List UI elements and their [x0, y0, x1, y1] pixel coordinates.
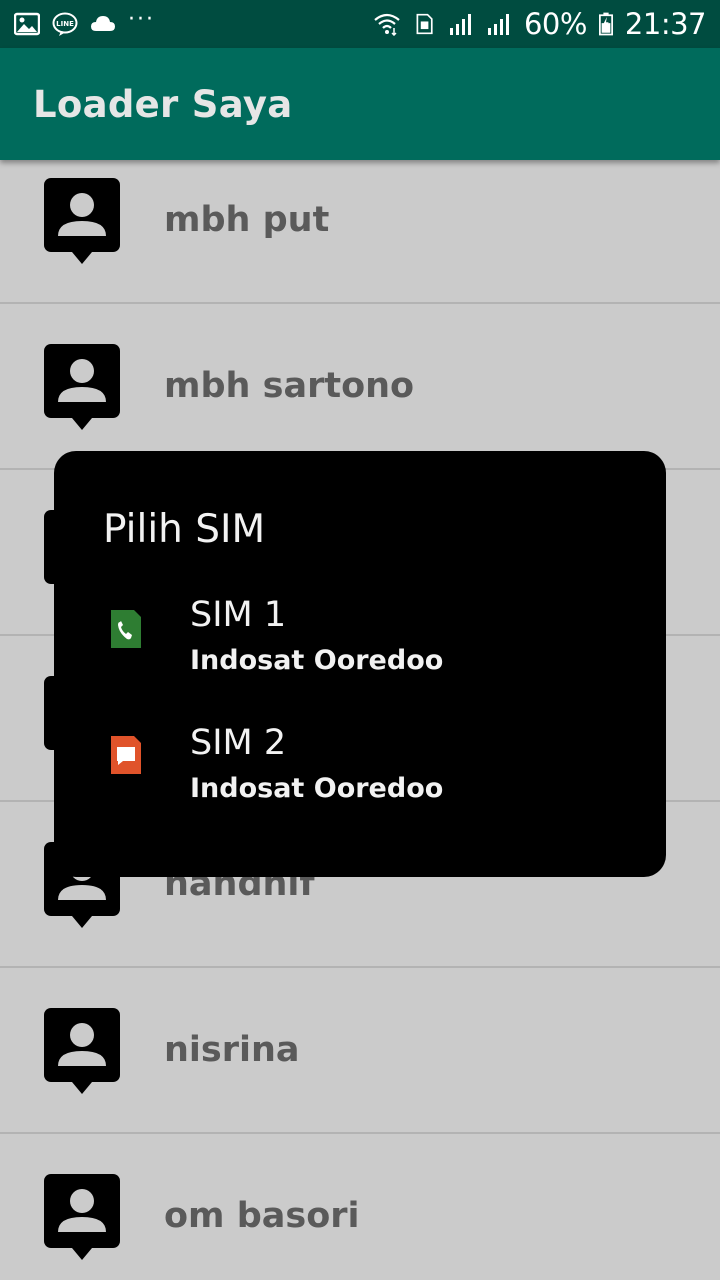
contact-name: mbh put [164, 200, 330, 240]
sim-data-icon [416, 13, 433, 35]
status-right: 60% 21:37 [372, 7, 707, 41]
svg-text:LINE: LINE [56, 20, 74, 28]
sim-option-2[interactable]: SIM 2 Indosat Ooredoo [54, 723, 666, 833]
contact-name: nisrina [164, 1030, 300, 1070]
line-icon: LINE [52, 12, 78, 36]
screen: LINE ··· 60% 21:37 Loader Saya mbh put m… [0, 0, 720, 1280]
contact-row[interactable]: om basori [0, 1134, 720, 1280]
status-left: LINE ··· [14, 7, 155, 36]
sim-option-name: SIM 2 [190, 723, 287, 763]
sim-option-1[interactable]: SIM 1 Indosat Ooredoo [54, 595, 666, 705]
sim-option-name: SIM 1 [190, 595, 287, 635]
signal-icon [449, 14, 471, 35]
battery-percent: 60% [523, 7, 587, 41]
contact-row[interactable]: nisrina [0, 968, 720, 1134]
contact-row[interactable]: mbh put [0, 138, 720, 304]
contact-avatar-icon [44, 1008, 120, 1094]
more-dots-icon: ··· [128, 7, 155, 32]
dialog-title: Pilih SIM [103, 507, 266, 552]
sim-option-carrier: Indosat Ooredoo [190, 645, 444, 676]
contact-name: om basori [164, 1196, 360, 1236]
gallery-icon [14, 12, 40, 36]
contact-avatar-icon [44, 344, 120, 430]
wifi-icon [374, 13, 400, 36]
app-title: Loader Saya [33, 82, 293, 126]
clock: 21:37 [624, 7, 707, 41]
status-bar: LINE ··· 60% 21:37 [0, 0, 720, 48]
cloud-icon [91, 16, 115, 31]
signal-icon [487, 14, 509, 35]
contact-row[interactable]: mbh sartono [0, 304, 720, 470]
battery-icon [598, 12, 613, 36]
message-sim-icon [111, 736, 141, 774]
contact-avatar-icon [44, 1174, 120, 1260]
sim-picker-dialog: Pilih SIM SIM 1 Indosat Ooredoo SIM 2 In… [54, 451, 666, 877]
phone-sim-icon [111, 610, 141, 648]
contact-name: mbh sartono [164, 366, 415, 406]
sim-option-carrier: Indosat Ooredoo [190, 773, 444, 804]
app-bar: Loader Saya [0, 48, 720, 160]
contact-avatar-icon [44, 178, 120, 264]
